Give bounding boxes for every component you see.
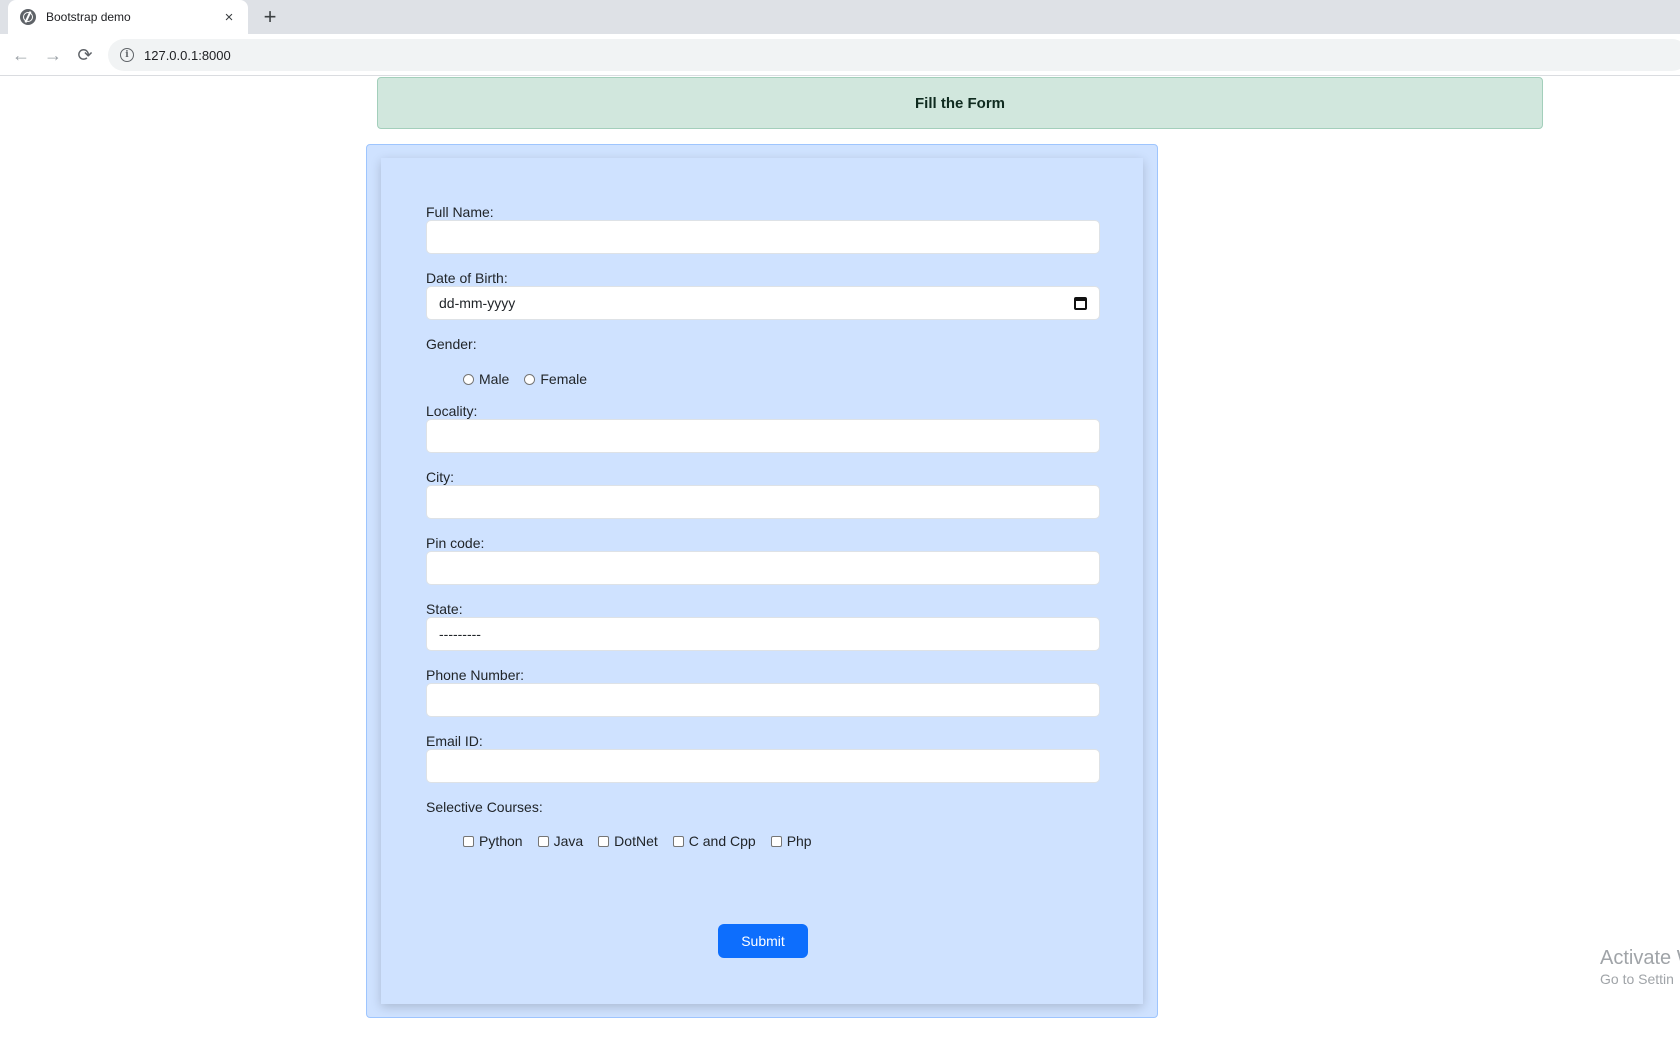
phone-label: Phone Number: bbox=[426, 667, 525, 683]
gender-male-label: Male bbox=[479, 371, 510, 387]
gender-label: Gender: bbox=[426, 336, 477, 352]
full-name-label: Full Name: bbox=[426, 204, 494, 220]
state-selected-value: --------- bbox=[439, 626, 481, 642]
course-python-option[interactable]: Python bbox=[463, 833, 523, 849]
dob-label: Date of Birth: bbox=[426, 270, 508, 286]
new-tab-button[interactable]: + bbox=[258, 5, 282, 29]
windows-activation-watermark: Activate W Go to Settin bbox=[1600, 946, 1680, 988]
courses-label: Selective Courses: bbox=[426, 799, 543, 815]
globe-icon bbox=[20, 9, 36, 25]
course-php-option[interactable]: Php bbox=[770, 833, 812, 849]
city-label: City: bbox=[426, 469, 454, 485]
watermark-subtitle: Go to Settin bbox=[1600, 971, 1674, 987]
course-c-cpp-label: C and Cpp bbox=[688, 833, 756, 849]
locality-input[interactable] bbox=[426, 419, 1100, 453]
email-input[interactable] bbox=[426, 749, 1100, 783]
courses-options: Python Java DotNet C and Cpp Php bbox=[463, 833, 827, 849]
course-python-checkbox[interactable] bbox=[463, 835, 474, 847]
course-java-label: Java bbox=[553, 833, 584, 849]
page-content: Fill the Form Full Name: Date of Birth: … bbox=[0, 76, 1680, 1040]
watermark-title: Activate W bbox=[1600, 947, 1680, 969]
state-label: State: bbox=[426, 601, 463, 617]
course-java-checkbox[interactable] bbox=[537, 835, 549, 847]
info-icon[interactable]: i bbox=[120, 48, 134, 62]
course-c-cpp-checkbox[interactable] bbox=[672, 835, 684, 847]
gender-female-label: Female bbox=[540, 371, 588, 387]
gender-male-option[interactable]: Male bbox=[463, 371, 509, 387]
gender-female-radio[interactable] bbox=[524, 373, 536, 385]
form-container: Full Name: Date of Birth: dd-mm-yyyy Gen… bbox=[366, 144, 1158, 1018]
state-select[interactable]: --------- bbox=[426, 617, 1100, 651]
email-label: Email ID: bbox=[426, 733, 483, 749]
tab-title: Bootstrap demo bbox=[46, 10, 131, 24]
pincode-label: Pin code: bbox=[426, 535, 485, 551]
gender-options: Male Female bbox=[463, 371, 602, 387]
calendar-icon[interactable] bbox=[1074, 296, 1087, 310]
form-heading-alert: Fill the Form bbox=[377, 77, 1543, 129]
dob-input[interactable]: dd-mm-yyyy bbox=[426, 286, 1100, 320]
course-dotnet-option[interactable]: DotNet bbox=[598, 833, 658, 849]
submit-button[interactable]: Submit bbox=[718, 924, 808, 958]
city-input[interactable] bbox=[426, 485, 1100, 519]
dob-placeholder: dd-mm-yyyy bbox=[439, 295, 516, 311]
course-c-cpp-option[interactable]: C and Cpp bbox=[672, 833, 756, 849]
forward-arrow-icon[interactable]: → bbox=[41, 43, 65, 67]
course-dotnet-label: DotNet bbox=[614, 833, 658, 849]
browser-toolbar: ← → ⟳ i 127.0.0.1:8000 bbox=[0, 34, 1680, 76]
gender-female-option[interactable]: Female bbox=[524, 371, 587, 387]
course-dotnet-checkbox[interactable] bbox=[598, 835, 610, 847]
reload-icon[interactable]: ⟳ bbox=[73, 43, 97, 67]
course-php-checkbox[interactable] bbox=[770, 835, 782, 847]
course-java-option[interactable]: Java bbox=[537, 833, 584, 849]
form-card: Full Name: Date of Birth: dd-mm-yyyy Gen… bbox=[381, 158, 1143, 1004]
close-icon[interactable]: × bbox=[220, 8, 238, 26]
gender-male-radio[interactable] bbox=[463, 373, 474, 385]
full-name-input[interactable] bbox=[426, 220, 1100, 254]
browser-tab[interactable]: Bootstrap demo × bbox=[8, 0, 248, 34]
locality-label: Locality: bbox=[426, 403, 478, 419]
url-text: 127.0.0.1:8000 bbox=[144, 47, 231, 63]
course-php-label: Php bbox=[786, 833, 812, 849]
browser-tabstrip: Bootstrap demo × + bbox=[0, 0, 1680, 34]
phone-input[interactable] bbox=[426, 683, 1100, 717]
address-bar[interactable]: i 127.0.0.1:8000 bbox=[108, 39, 1680, 71]
course-python-label: Python bbox=[479, 833, 523, 849]
pincode-input[interactable] bbox=[426, 551, 1100, 585]
back-arrow-icon[interactable]: ← bbox=[9, 43, 33, 67]
